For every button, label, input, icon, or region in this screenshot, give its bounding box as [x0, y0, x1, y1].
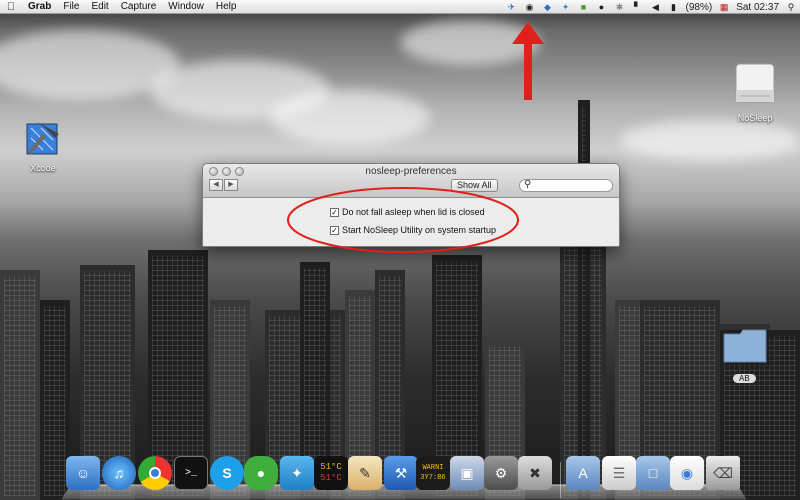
battery-icon[interactable]: ▮: [667, 2, 681, 13]
apple-logo-icon[interactable]: : [0, 1, 22, 13]
menu-bar:  Grab File Edit Capture Window Help ✈ ◉…: [0, 0, 800, 14]
twitter-icon[interactable]: ✦: [559, 2, 573, 13]
clock[interactable]: Sat 02:37: [736, 2, 779, 13]
battery-percent: (98%): [685, 1, 713, 13]
dock: ☺ ♫ >_ S ● ✦ 51°C 51°C ✎ ⚒ WARNI 3Y7:B6 …: [61, 452, 747, 500]
desktop-icon-nosleep[interactable]: NoSleep: [728, 60, 782, 123]
nosleep-preferences-window: nosleep-preferences ◀ ▶ Show All ⚲ ✓ Do …: [202, 163, 620, 247]
console-icon[interactable]: WARNI 3Y7:B6: [416, 456, 450, 490]
desktop-wallpaper: [0, 0, 800, 500]
input-flag-icon[interactable]: ▦: [717, 2, 731, 13]
wifi-icon[interactable]: ▘: [631, 2, 645, 13]
xcode-dock-icon[interactable]: ⚒: [384, 456, 418, 490]
temperature-monitor-icon[interactable]: 51°C 51°C: [314, 456, 348, 490]
spotlight-icon[interactable]: ⚲: [784, 2, 798, 13]
nosleep-status-icon[interactable]: ✈: [505, 2, 519, 13]
folder-stack[interactable]: AB: [718, 322, 772, 386]
drive-icon: [735, 63, 775, 103]
downloads-stack-icon[interactable]: ◉: [670, 456, 704, 490]
console-text: 3Y7:B6: [420, 474, 446, 482]
terminal-icon[interactable]: >_: [174, 456, 208, 490]
checkbox-lid-closed[interactable]: ✓: [330, 207, 339, 217]
applications-folder-icon[interactable]: A: [566, 456, 600, 490]
dock-separator: [560, 462, 561, 498]
itunes-icon[interactable]: ♫: [102, 456, 136, 490]
search-icon: ⚲: [524, 179, 532, 190]
skype-icon[interactable]: S: [210, 456, 244, 490]
option-label: Do not fall asleep when lid is closed: [342, 207, 485, 217]
search-input[interactable]: [534, 180, 608, 191]
temp-reading: 51°C: [320, 462, 342, 472]
status-menus: ✈ ◉ ◆ ✦ ■ ● ✱ ▘ ◀ ▮ (98%) ▦ Sat 02:37 ⚲: [503, 0, 800, 14]
system-preferences-icon[interactable]: ⚙: [484, 456, 518, 490]
utility-icon[interactable]: ✖: [518, 456, 552, 490]
evernote-icon[interactable]: ■: [577, 2, 591, 13]
search-field[interactable]: ⚲: [519, 179, 613, 192]
finder-icon[interactable]: ☺: [66, 456, 100, 490]
adium-icon[interactable]: ●: [244, 456, 278, 490]
back-button[interactable]: ◀: [209, 179, 223, 191]
textedit-icon[interactable]: ✎: [348, 456, 382, 490]
window-toolbar: nosleep-preferences ◀ ▶ Show All ⚲: [203, 164, 619, 198]
twitter-app-icon[interactable]: ✦: [280, 456, 314, 490]
documents-folder-icon[interactable]: □: [636, 456, 670, 490]
dropbox-icon[interactable]: ◆: [541, 2, 555, 13]
window-title: nosleep-preferences: [365, 166, 457, 177]
option-lid-closed[interactable]: ✓ Do not fall asleep when lid is closed: [330, 207, 485, 217]
folder-stack-badge: AB: [733, 374, 756, 383]
menu-capture[interactable]: Capture: [115, 1, 163, 12]
folder-icon: [720, 324, 770, 366]
option-label: Start NoSleep Utility on system startup: [342, 225, 497, 235]
agent-status-icon[interactable]: ◉: [523, 2, 537, 13]
trash-icon[interactable]: ⌫: [706, 456, 740, 490]
preferences-pane: ✓ Do not fall asleep when lid is closed …: [203, 198, 619, 246]
chrome-icon[interactable]: [138, 456, 172, 490]
bluetooth-icon[interactable]: ✱: [613, 2, 627, 13]
menu-help[interactable]: Help: [210, 1, 243, 12]
xcode-hammer-icon: [26, 122, 59, 155]
show-all-button[interactable]: Show All: [451, 179, 498, 192]
console-text: WARNI: [422, 464, 444, 472]
menu-edit[interactable]: Edit: [85, 1, 114, 12]
temp-reading: 51°C: [320, 473, 342, 483]
document-icon[interactable]: ☰: [602, 456, 636, 490]
desktop-icon-label: Xcode: [30, 163, 56, 173]
annotation-arrow: [512, 22, 544, 100]
desktop-icon-xcode[interactable]: Xcode: [20, 118, 66, 173]
preview-icon[interactable]: ▣: [450, 456, 484, 490]
volume-icon[interactable]: ◀: [649, 2, 663, 13]
lock-icon[interactable]: ●: [595, 2, 609, 13]
option-startup[interactable]: ✓ Start NoSleep Utility on system startu…: [330, 225, 496, 235]
menu-file[interactable]: File: [57, 1, 85, 12]
menu-window[interactable]: Window: [162, 1, 210, 12]
forward-button[interactable]: ▶: [224, 179, 238, 191]
checkbox-startup[interactable]: ✓: [330, 225, 339, 235]
menu-app-grab[interactable]: Grab: [22, 1, 57, 12]
desktop-icon-label: NoSleep: [737, 113, 773, 123]
